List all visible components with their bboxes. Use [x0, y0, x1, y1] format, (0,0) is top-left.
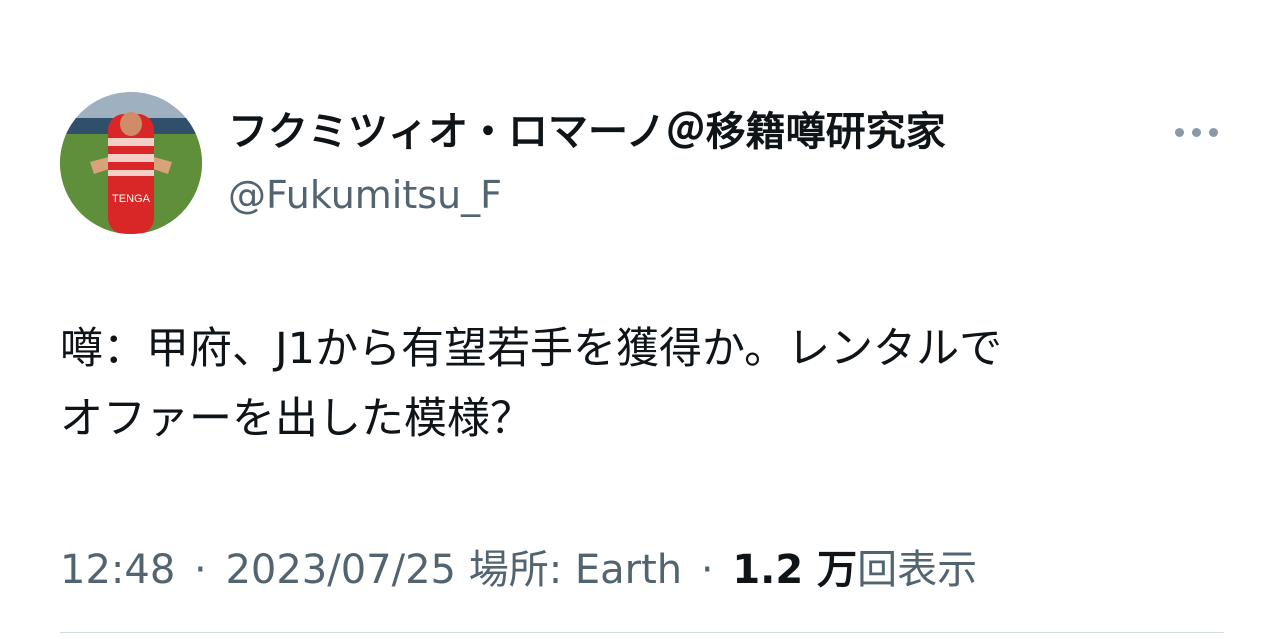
tweet-text-line: 噂：甲府、J1から有望若手を獲得か。レンタルで [60, 324, 1003, 374]
tweet-card: TENGA フクミツィオ・ロマーノ＠移籍噂研究家 @Fukumitsu_F 噂：… [0, 0, 1284, 639]
more-horizontal-icon [1191, 127, 1201, 137]
meta-separator: · [700, 547, 714, 593]
divider [60, 632, 1224, 633]
more-horizontal-icon [1208, 127, 1218, 137]
views-count[interactable]: 1.2 万 [732, 547, 857, 593]
views-label[interactable]: 回表示 [857, 547, 977, 593]
tweet-text-line: オファーを出した模様？ [60, 394, 533, 444]
tweet-meta: 12:48 · 2023/07/25 場所: Earth · 1.2 万回表示 [60, 542, 977, 598]
tweet-location: 場所: Earth [468, 547, 683, 593]
avatar-image: TENGA [60, 92, 202, 234]
tweet-time[interactable]: 12:48 [60, 547, 175, 593]
meta-separator: · [194, 547, 207, 593]
author-display-name[interactable]: フクミツィオ・ロマーノ＠移籍噂研究家 [228, 106, 946, 158]
more-options-button[interactable] [1168, 112, 1224, 152]
avatar-logo-text: TENGA [112, 193, 151, 205]
avatar[interactable]: TENGA [60, 92, 202, 234]
author-handle[interactable]: @Fukumitsu_F [228, 170, 502, 220]
tweet-text: 噂：甲府、J1から有望若手を獲得か。レンタルで オファーを出した模様？ [60, 314, 1220, 454]
more-horizontal-icon [1174, 127, 1184, 137]
tweet-date[interactable]: 2023/07/25 [225, 547, 456, 593]
